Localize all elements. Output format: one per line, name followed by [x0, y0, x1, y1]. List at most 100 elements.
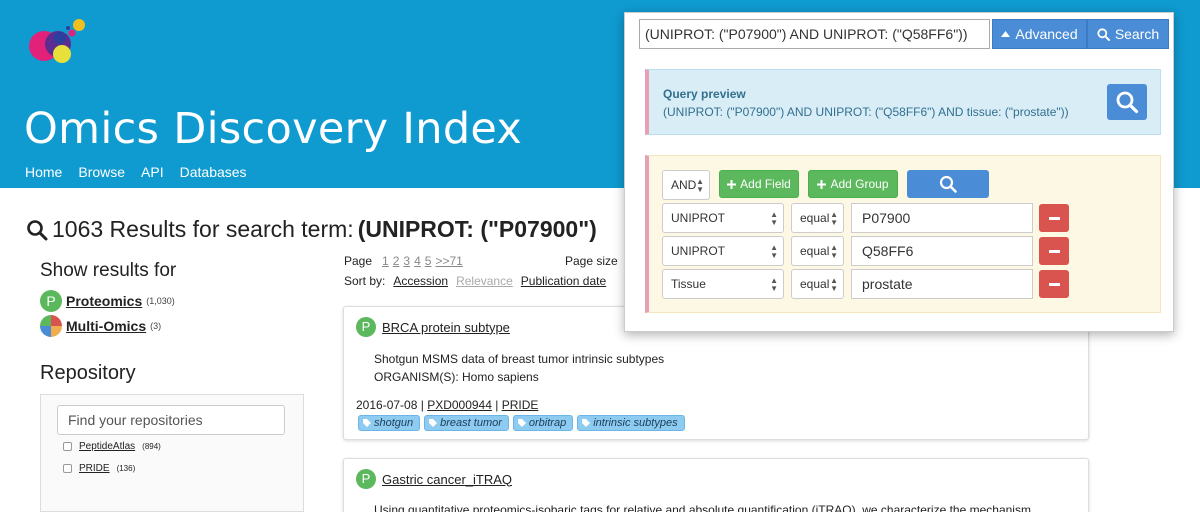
rule-field-value: UNIPROT	[671, 244, 725, 258]
advanced-toggle-button[interactable]: Advanced	[992, 19, 1087, 49]
result-description: Shotgun MSMS data of breast tumor intrin…	[374, 350, 664, 386]
rule-operator-select[interactable]: equal ▲ ▼	[791, 203, 844, 233]
rule-field-select[interactable]: Tissue ▲ ▼	[662, 269, 784, 299]
repository-count: (894)	[142, 442, 161, 451]
omicsdi-logo-icon[interactable]	[24, 16, 92, 72]
checkbox[interactable]	[63, 442, 72, 451]
repository-item-pride[interactable]: PRIDE (136)	[63, 463, 135, 474]
tag-icon	[582, 419, 591, 427]
tag-label: breast tumor	[440, 417, 502, 429]
operator-value: AND	[671, 178, 697, 192]
repository-filter-box: Find your repositories PeptideAtlas (894…	[40, 394, 304, 512]
tag-intrinsic-subtypes[interactable]: intrinsic subtypes	[577, 415, 685, 431]
sort-accession[interactable]: Accession	[393, 274, 448, 288]
query-builder: AND ▲ ▼ Add Field Add Group UNIPROT ▲ ▼ eq…	[645, 155, 1161, 313]
result-title[interactable]: Gastric cancer_iTRAQ	[382, 472, 512, 487]
omics-count: (1,030)	[146, 296, 175, 306]
preview-search-button[interactable]	[1107, 84, 1147, 120]
result-description: Using quantitative proteomics-isobaric t…	[374, 503, 1031, 512]
nav-browse[interactable]: Browse	[78, 164, 125, 180]
query-preview: Query preview (UNIPROT: ("P07900") AND U…	[645, 69, 1161, 135]
rule-operator-select[interactable]: equal ▲ ▼	[791, 269, 844, 299]
remove-rule-button[interactable]	[1039, 204, 1069, 232]
result-description-line: Shotgun MSMS data of breast tumor intrin…	[374, 352, 665, 366]
result-header: P Gastric cancer_iTRAQ	[356, 469, 512, 489]
omics-filter-proteomics[interactable]: P Proteomics (1,030)	[40, 290, 175, 312]
rule-field-select[interactable]: UNIPROT ▲ ▼	[662, 236, 784, 266]
result-meta: 2016-07-08 | PXD000944 | PRIDE	[356, 398, 539, 412]
search-icon	[1116, 91, 1139, 114]
search-icon	[27, 219, 48, 240]
tag-shotgun[interactable]: shotgun	[358, 415, 421, 431]
page-link-1[interactable]: 1	[382, 254, 389, 268]
search-button[interactable]: Search	[1087, 19, 1169, 49]
nav-databases[interactable]: Databases	[180, 164, 247, 180]
rule-value-input[interactable]: P07900	[851, 203, 1033, 233]
results-term: (UNIPROT: ("P07900")	[357, 216, 597, 242]
repository-count: (136)	[116, 464, 136, 473]
tag-orbitrap[interactable]: orbitrap	[512, 415, 574, 431]
operator-select[interactable]: AND ▲ ▼	[662, 170, 710, 200]
page-link-5[interactable]: 5	[425, 254, 432, 268]
tag-breast-tumor[interactable]: breast tumor	[424, 415, 509, 431]
pager: Page 1 2 3 4 5 >>71	[344, 254, 463, 268]
rule-operator-value: equal	[800, 277, 830, 291]
rule-value-input[interactable]: Q58FF6	[851, 236, 1033, 266]
rule-value-input[interactable]: prostate	[851, 269, 1033, 299]
repository-search-input[interactable]: Find your repositories	[57, 405, 285, 435]
select-arrows-icon: ▲ ▼	[696, 177, 704, 194]
search-icon	[1097, 27, 1110, 41]
sort-publication-date[interactable]: Publication date	[521, 274, 606, 288]
nav-api[interactable]: API	[141, 164, 164, 180]
site-title: Omics Discovery Index	[24, 104, 523, 154]
search-label: Search	[1114, 26, 1160, 42]
rule-field-select[interactable]: UNIPROT ▲ ▼	[662, 203, 784, 233]
query-preview-text: (UNIPROT: ("P07900") AND UNIPROT: ("Q58F…	[663, 105, 1069, 119]
remove-rule-button[interactable]	[1039, 237, 1069, 265]
proteomics-badge-icon: P	[356, 469, 376, 489]
add-field-button[interactable]: Add Field	[719, 170, 799, 198]
minus-icon	[1048, 282, 1060, 286]
page-link-3[interactable]: 3	[403, 254, 410, 268]
nav-home[interactable]: Home	[25, 164, 62, 180]
page-link-4[interactable]: 4	[414, 254, 421, 268]
omics-count: (3)	[150, 321, 162, 331]
page-link-last[interactable]: >>71	[435, 254, 462, 268]
rule-field-value: Tissue	[671, 277, 706, 291]
repository-title: Repository	[40, 362, 136, 384]
remove-rule-button[interactable]	[1039, 270, 1069, 298]
omics-filter-multi-omics[interactable]: Multi-Omics (3)	[40, 315, 161, 337]
repository-item-peptideatlas[interactable]: PeptideAtlas (894)	[63, 441, 161, 452]
sort-by: Sort by: Accession Relevance Publication…	[344, 274, 606, 288]
builder-search-button[interactable]	[907, 170, 989, 198]
omics-name: Proteomics	[66, 293, 143, 309]
repository-name: PRIDE	[79, 463, 110, 474]
result-repository-link[interactable]: PRIDE	[502, 398, 539, 412]
tag-label: intrinsic subtypes	[593, 417, 678, 429]
tag-label: shotgun	[374, 417, 414, 429]
add-group-button[interactable]: Add Group	[808, 170, 898, 198]
select-arrows-icon: ▲ ▼	[770, 210, 778, 227]
search-input[interactable]: (UNIPROT: ("P07900") AND UNIPROT: ("Q58F…	[639, 19, 990, 49]
advanced-search-panel: (UNIPROT: ("P07900") AND UNIPROT: ("Q58F…	[624, 12, 1174, 332]
proteomics-badge-icon: P	[40, 290, 62, 312]
result-date: 2016-07-08	[356, 398, 418, 412]
checkbox[interactable]	[63, 464, 72, 473]
caret-up-icon	[1001, 31, 1011, 37]
add-field-label: Add Field	[740, 177, 791, 191]
select-arrows-icon: ▲ ▼	[770, 276, 778, 293]
sort-relevance[interactable]: Relevance	[456, 274, 513, 288]
result-header: P BRCA protein subtype	[356, 317, 510, 337]
result-accession-link[interactable]: PXD000944	[427, 398, 492, 412]
page-link-2[interactable]: 2	[393, 254, 400, 268]
rule-operator-select[interactable]: equal ▲ ▼	[791, 236, 844, 266]
rule-field-value: UNIPROT	[671, 211, 725, 225]
rule-operator-value: equal	[800, 211, 830, 225]
page-size-label: Page size	[565, 254, 618, 268]
select-arrows-icon: ▲ ▼	[830, 210, 838, 227]
plus-icon	[727, 179, 737, 189]
result-organism: ORGANISM(S): Homo sapiens	[374, 370, 539, 384]
tag-icon	[363, 419, 371, 427]
result-title[interactable]: BRCA protein subtype	[382, 320, 510, 335]
tag-label: orbitrap	[528, 417, 567, 429]
